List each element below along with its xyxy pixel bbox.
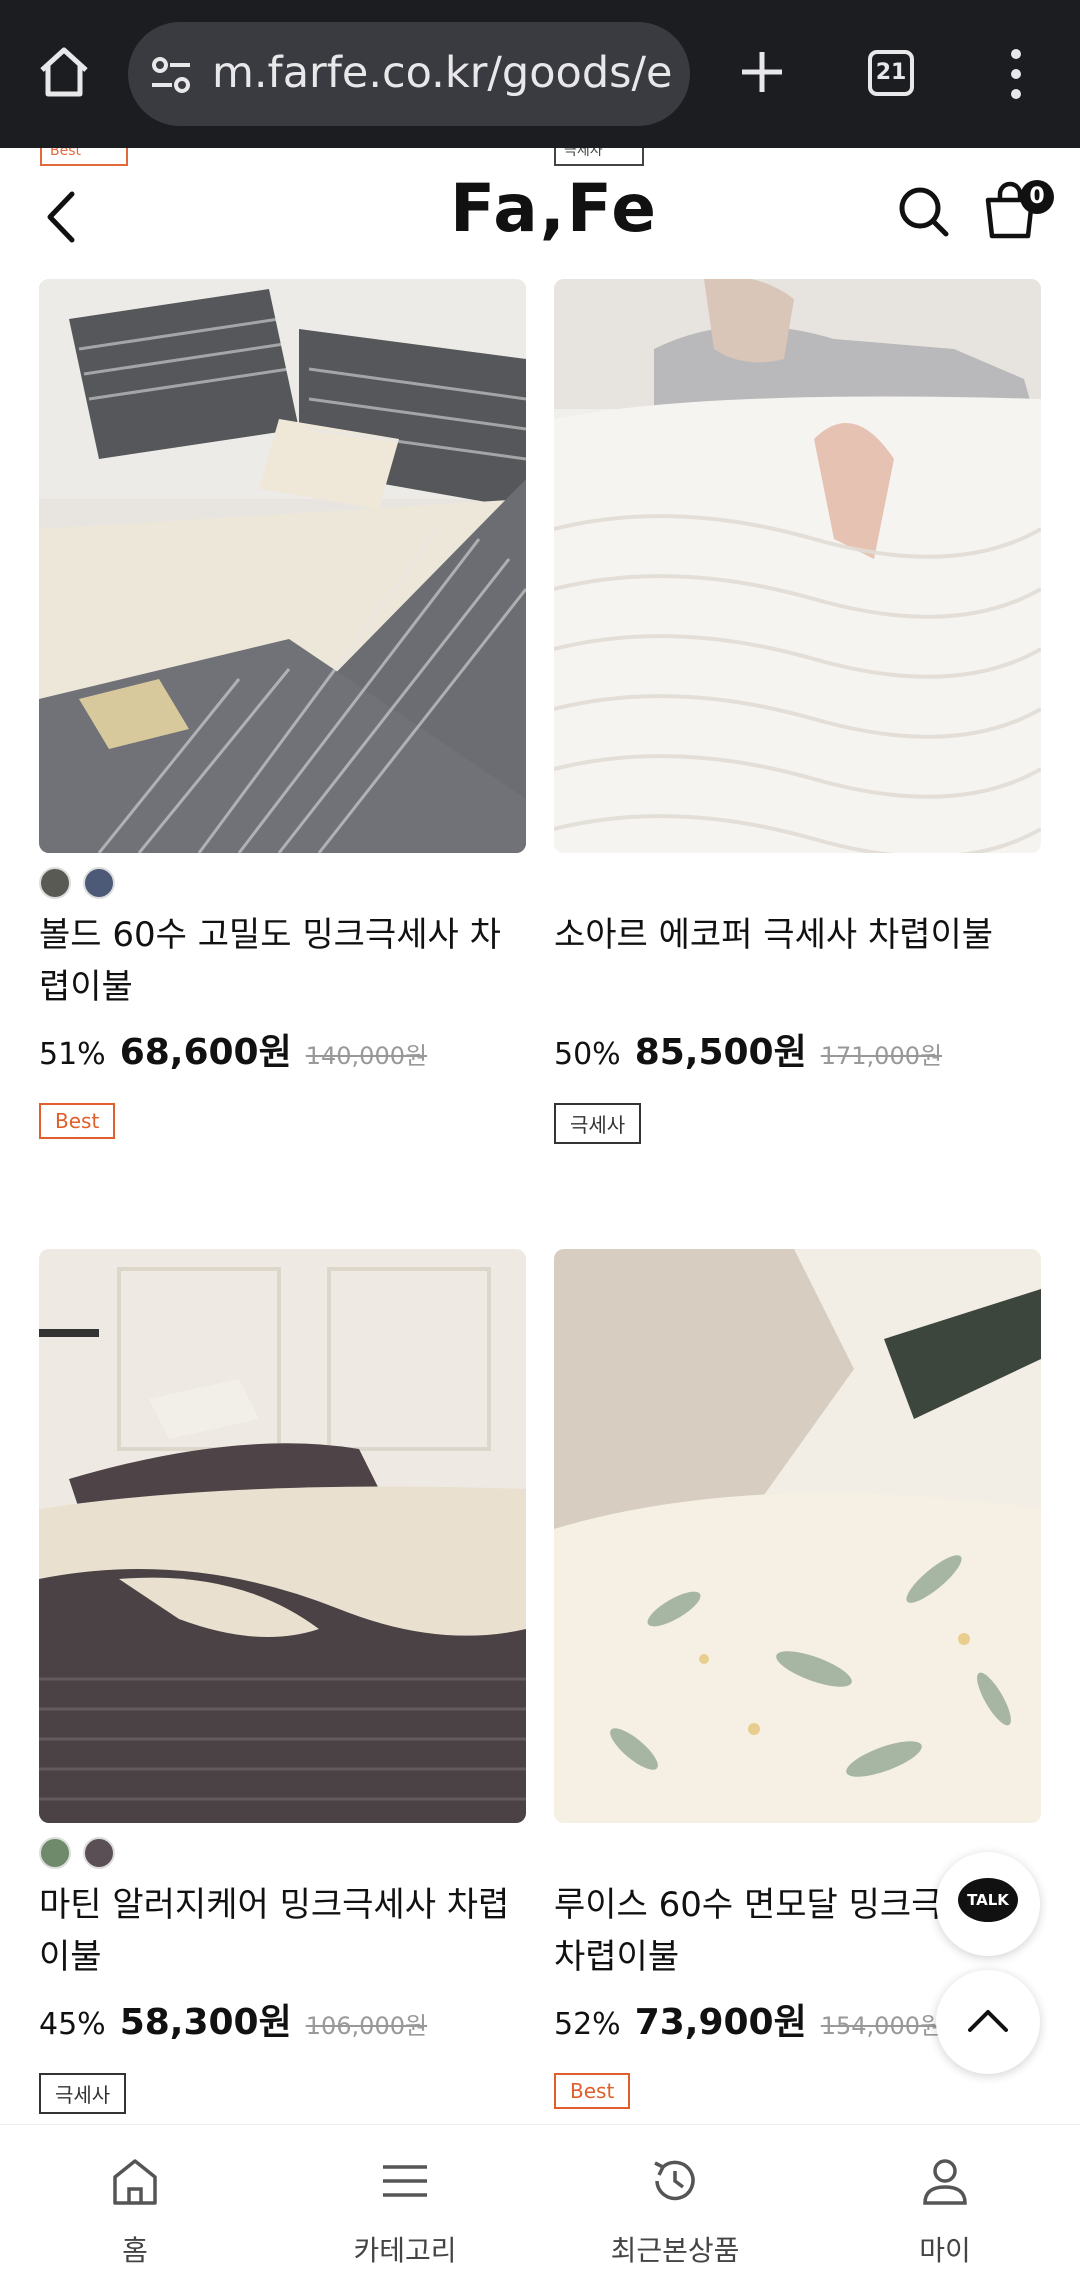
product-badge: Best	[39, 1103, 116, 1139]
sale-price: 73,900원	[634, 2002, 807, 2043]
search-icon[interactable]	[896, 184, 952, 240]
sale-price: 68,600원	[119, 1032, 292, 1073]
menu-icon	[383, 2165, 427, 2197]
product-title[interactable]: 볼드 60수 고밀도 밍크극세사 차렵이불	[39, 909, 526, 1013]
back-arrow-icon[interactable]	[36, 182, 86, 252]
color-swatches	[39, 867, 526, 899]
product-image[interactable]	[39, 279, 526, 853]
price-row: 45% 58,300원 106,000원	[39, 1993, 526, 2045]
new-tab-icon[interactable]	[730, 40, 794, 104]
color-swatch[interactable]	[39, 867, 71, 899]
home-icon[interactable]	[32, 40, 96, 104]
nav-my-page[interactable]: 마이	[810, 2125, 1080, 2285]
nav-label: 카테고리	[353, 2234, 457, 2267]
product-badge: 극세사	[554, 1103, 642, 1144]
product-title[interactable]: 마틴 알러지케어 밍크극세사 차렵이불	[39, 1879, 526, 1983]
product-image[interactable]	[554, 279, 1041, 853]
color-swatches	[554, 867, 1041, 899]
nav-label: 홈	[122, 2234, 148, 2267]
discount-rate: 52%	[554, 2007, 621, 2042]
nav-category[interactable]: 카테고리	[270, 2125, 540, 2285]
url-text: m.farfe.co.kr/goods/e	[212, 48, 672, 98]
bottom-navigation: 홈 카테고리 최근본상품 마이	[0, 2124, 1080, 2284]
product-image[interactable]	[554, 1249, 1041, 1823]
chevron-up-icon	[968, 2010, 1008, 2032]
color-swatch[interactable]	[83, 1837, 115, 1869]
color-swatch[interactable]	[39, 1837, 71, 1869]
discount-rate: 51%	[39, 1037, 106, 1072]
nav-recently-viewed[interactable]: 최근본상품	[540, 2125, 810, 2285]
nav-label: 최근본상품	[610, 2234, 740, 2267]
discount-rate: 50%	[554, 1037, 621, 1072]
product-card[interactable]: 마틴 알러지케어 밍크극세사 차렵이불 45% 58,300원 106,000원…	[39, 1249, 526, 2114]
browser-toolbar: m.farfe.co.kr/goods/e 21	[0, 0, 1080, 148]
original-price: 140,000원	[305, 1042, 428, 1070]
color-swatches	[39, 1837, 526, 1869]
talk-label: TALK	[958, 1878, 1018, 1922]
peek-badge: 극세사	[554, 148, 644, 166]
original-price: 154,000원	[820, 2012, 943, 2040]
product-card[interactable]: 소아르 에코퍼 극세사 차렵이불 50% 85,500원 171,000원 극세…	[554, 279, 1041, 1144]
site-logo[interactable]: Fa,Fe	[450, 170, 658, 247]
original-price: 171,000원	[820, 1042, 943, 1070]
address-bar[interactable]: m.farfe.co.kr/goods/e	[128, 22, 690, 126]
home-icon	[113, 2159, 157, 2205]
kakao-talk-button[interactable]: TALK	[936, 1852, 1040, 1956]
scroll-to-top-button[interactable]	[936, 1970, 1040, 2074]
tab-switcher-button[interactable]: 21	[868, 50, 914, 96]
product-badge: 극세사	[39, 2073, 127, 2114]
sale-price: 58,300원	[119, 2002, 292, 2043]
product-title[interactable]: 소아르 에코퍼 극세사 차렵이불	[554, 909, 1041, 1013]
product-badge: Best	[554, 2073, 631, 2109]
user-icon	[923, 2159, 967, 2205]
product-image[interactable]	[39, 1249, 526, 1823]
product-card[interactable]: 볼드 60수 고밀도 밍크극세사 차렵이불 51% 68,600원 140,00…	[39, 279, 526, 1139]
price-row: 50% 85,500원 171,000원	[554, 1023, 1041, 1075]
color-swatch[interactable]	[83, 867, 115, 899]
sale-price: 85,500원	[634, 1032, 807, 1073]
cart-count-badge: 0	[1020, 180, 1054, 214]
site-header: Best 극세사 Fa,Fe 0	[0, 148, 1080, 278]
history-icon	[654, 2160, 695, 2201]
original-price: 106,000원	[305, 2012, 428, 2040]
discount-rate: 45%	[39, 2007, 106, 2042]
price-row: 51% 68,600원 140,000원	[39, 1023, 526, 1075]
site-settings-icon[interactable]	[148, 52, 194, 98]
peek-badge: Best	[40, 148, 128, 166]
nav-home[interactable]: 홈	[0, 2125, 270, 2285]
nav-label: 마이	[919, 2234, 971, 2267]
more-options-icon[interactable]	[998, 44, 1034, 104]
